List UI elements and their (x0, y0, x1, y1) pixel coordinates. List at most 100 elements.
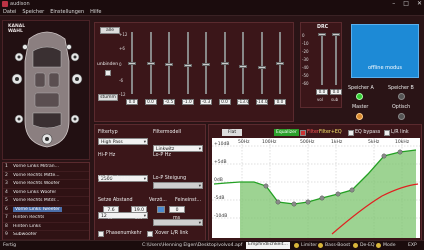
eq-bypass-checkbox[interactable] (348, 130, 354, 136)
speaker-tweeter-left-icon[interactable] (22, 44, 28, 50)
bassboost-label: Bass-Boost (325, 243, 351, 248)
channel-row[interactable]: 9 Subwoofer (3, 231, 89, 240)
sensitivity-field[interactable]: Empfindlichkeit... (246, 242, 290, 249)
graphic-eq-panel (94, 22, 294, 122)
title-bar: audison – □ ✕ (0, 0, 424, 8)
eq-band-handle[interactable] (319, 195, 325, 201)
stumm-button[interactable]: stumm (98, 94, 118, 101)
status-text: Fertig (3, 243, 17, 248)
setze-unit: in (108, 216, 113, 221)
filter-label: Filter (307, 130, 319, 135)
kanal-label-line2: WAHL (8, 29, 23, 34)
flat-button[interactable]: Flat (222, 129, 242, 136)
xover-link-checkbox[interactable] (147, 231, 153, 237)
filter-eq-label: Filter+EQ (319, 130, 342, 135)
channel-row[interactable]: 5 Vorne Rechts Mitdr... (3, 197, 89, 206)
speicher-a-radio[interactable] (356, 93, 363, 100)
status-bar: Fertig C:\Users\Henning Elgen\Desktop\vo… (0, 240, 424, 250)
drc-title: DRC (317, 25, 329, 30)
drc-panel (300, 22, 342, 108)
speicher-a-label: Speicher A (348, 86, 374, 91)
mode-led-icon (376, 243, 381, 248)
offline-mode-tile[interactable]: offline modus (351, 24, 419, 78)
eq-bypass-label: EQ bypass (355, 130, 381, 135)
verzoegerung-input[interactable]: 19.0 (131, 206, 147, 213)
master-radio[interactable] (356, 113, 363, 120)
phasenumkehr-checkbox[interactable] (98, 231, 104, 237)
deeq-label: De-EQ (360, 243, 375, 248)
speicher-b-radio[interactable] (398, 93, 405, 100)
filtermodell-select[interactable]: Linkwitz (153, 145, 203, 153)
minimize-icon[interactable]: – (392, 0, 395, 7)
optisch-label: Optisch (392, 105, 411, 110)
feineinstellung-input[interactable]: 0 (169, 206, 185, 213)
unbinden-checkbox[interactable] (105, 70, 111, 76)
eq-response-graph[interactable]: +10dB +5dB 0dB -5dB -10dB 50Hz 100Hz 500… (212, 138, 420, 238)
x-label: 500Hz (300, 139, 315, 145)
verzoegerung-label: Verzö... (149, 198, 167, 203)
menu-hilfe[interactable]: Hilfe (90, 9, 101, 15)
lopslope-label: Lo-P Steigung (153, 176, 187, 181)
unbinden-label: unbinden (97, 62, 119, 67)
limiter-label: Limiter (301, 243, 318, 248)
eq-band-handle[interactable] (291, 201, 297, 207)
menu-speicher[interactable]: Speicher (22, 9, 44, 15)
deeq-led-icon (353, 243, 358, 248)
bassboost-led-icon (318, 243, 323, 248)
channel-row[interactable]: 1 Vorne Links Mitran... (3, 163, 89, 172)
lopf-label: Lo-P Hz (153, 153, 171, 158)
eq-band-handle[interactable] (263, 183, 269, 189)
eq-band-handle[interactable] (335, 191, 341, 197)
filtertyp-select[interactable]: High Pass (98, 138, 148, 146)
y-label: +10dB (214, 141, 229, 147)
window-title: audison (10, 1, 30, 7)
menu-einstellungen[interactable]: Einstellungen (50, 9, 84, 15)
close-icon[interactable]: ✕ (417, 0, 422, 7)
feineinstellung-label: Feineinst... (175, 198, 202, 203)
filter-panel: Filtertyp Filtermodell High Pass Linkwit… (94, 124, 206, 244)
lr-link-label: L/R link (391, 130, 409, 135)
xover-link-label: Xover L/R link (155, 231, 189, 236)
channel-row-selected[interactable]: 6 Vorne Links Tweeter (3, 206, 89, 214)
mode-label: Mode (383, 243, 396, 248)
lopf-select[interactable] (153, 182, 203, 190)
alle-button[interactable]: alle (100, 27, 120, 34)
channel-row[interactable]: 4 Vorne Links Woofer (3, 189, 89, 197)
channel-row[interactable]: 7 Hinten Rechts (3, 214, 89, 223)
menu-datei[interactable]: Datei (3, 9, 16, 15)
limiter-led-icon (294, 243, 299, 248)
memory-source-panel: Speicher A Speicher B Master Optisch (344, 84, 420, 124)
equalizer-badge[interactable]: Equalizer (274, 129, 299, 136)
channel-row[interactable]: 3 Vorne Rechts Woofer (3, 180, 89, 189)
channel-row[interactable]: 8 Hinten Links (3, 223, 89, 231)
channel-row[interactable]: 2 Vorne Rechts Mitte... (3, 172, 89, 180)
y-label: 0dB (214, 177, 223, 183)
exp-label: EXP (408, 243, 417, 248)
x-label: 1kHz (331, 139, 343, 145)
eq-band-handle[interactable] (275, 199, 281, 205)
eq-band-handle[interactable] (397, 149, 403, 155)
fein-unit: ms (173, 216, 181, 221)
offline-mode-label: offline modus (368, 65, 402, 71)
file-path: C:\Users\Henning Elgen\Desktop\volvo4.ap… (142, 243, 243, 248)
optisch-radio[interactable] (398, 113, 405, 120)
filter-toggle[interactable] (300, 130, 306, 136)
channel-list: 1 Vorne Links Mitran... 2 Vorne Rechts Mit… (2, 162, 90, 242)
phasenumkehr-label: Phasenumkehr (106, 231, 142, 236)
eq-band-handle[interactable] (381, 153, 387, 159)
lr-link-checkbox[interactable] (384, 130, 390, 136)
eq-band-handle[interactable] (349, 187, 355, 193)
x-label: 10kHz (395, 139, 410, 145)
menu-bar: Datei Speicher Einstellungen Hilfe (0, 8, 424, 16)
setze-abstand-input[interactable]: 7.6 (103, 206, 119, 213)
setze-abstand-label: Setze Abstand (98, 198, 133, 203)
app-icon (2, 1, 8, 7)
fine-tune-spin[interactable] (157, 206, 165, 213)
maximize-icon[interactable]: □ (403, 0, 409, 7)
x-label: 5kHz (368, 139, 380, 145)
y-label: +5dB (214, 159, 227, 165)
kanal-wahl-label: KANAL WAHL (8, 24, 25, 34)
hipslope-label: Hi-P Steigung (98, 176, 131, 181)
speaker-tweeter-right-icon[interactable] (66, 44, 72, 50)
eq-band-handle[interactable] (305, 199, 311, 205)
